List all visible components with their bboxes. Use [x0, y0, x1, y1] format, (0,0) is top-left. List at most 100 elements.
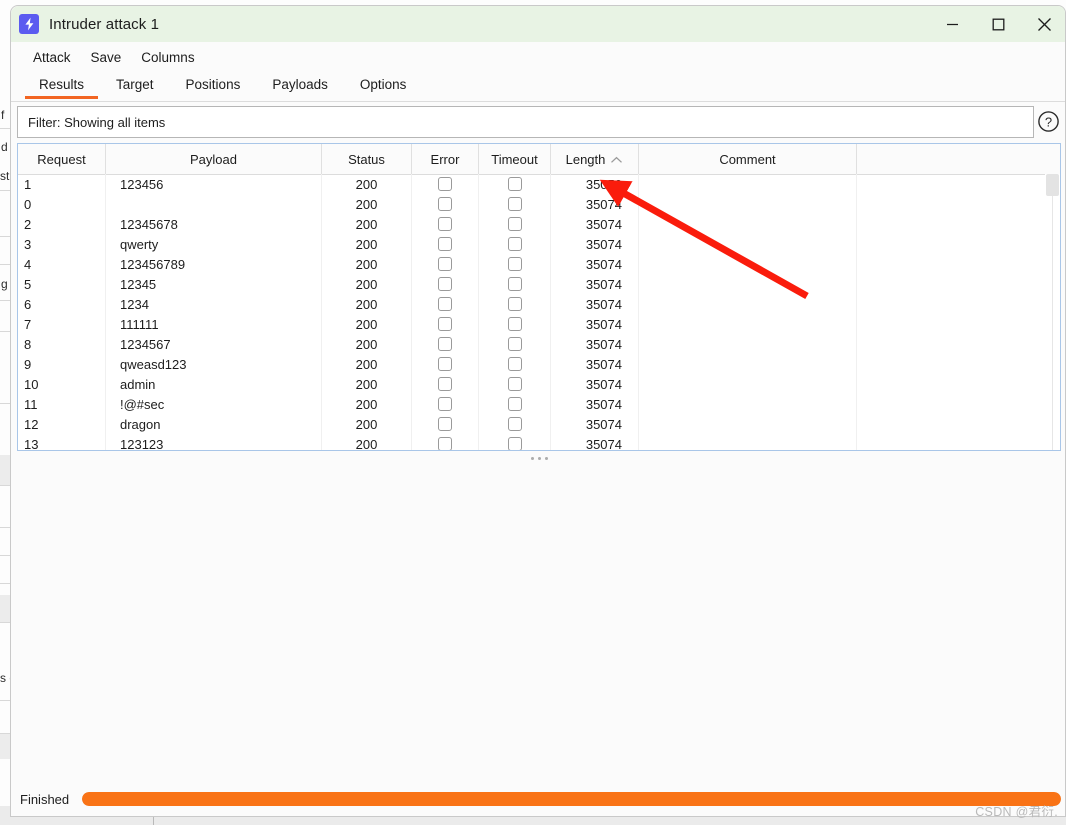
tab-results[interactable]: Results [23, 73, 100, 99]
table-row[interactable]: 8 1234567 200 35074 [18, 334, 1046, 354]
menu-item-columns[interactable]: Columns [131, 47, 204, 68]
cell-error-cell [412, 414, 479, 434]
cell-comment [639, 354, 857, 374]
cell-request: 10 [18, 374, 106, 394]
request-response-pane [11, 464, 1065, 794]
cell-error-checkbox[interactable] [438, 297, 452, 311]
cell-status: 200 [322, 434, 412, 450]
table-row[interactable]: 10 admin 200 35074 [18, 374, 1046, 394]
tab-options[interactable]: Options [344, 73, 423, 99]
column-header-label: Payload [190, 151, 237, 167]
cell-timeout-cell [479, 194, 551, 214]
cell-comment [639, 314, 857, 334]
table-row[interactable]: 12 dragon 200 35074 [18, 414, 1046, 434]
cell-status: 200 [322, 354, 412, 374]
table-row[interactable]: 6 1234 200 35074 [18, 294, 1046, 314]
cell-error-checkbox[interactable] [438, 437, 452, 450]
cell-status: 200 [322, 334, 412, 354]
table-row[interactable]: 3 qwerty 200 35074 [18, 234, 1046, 254]
column-header-error[interactable]: Error [412, 144, 479, 174]
cell-error-checkbox[interactable] [438, 417, 452, 431]
cell-timeout-checkbox[interactable] [507, 197, 522, 211]
cell-spacer [857, 334, 1046, 354]
window-title: Intruder attack 1 [49, 15, 160, 33]
cell-error-checkbox[interactable] [438, 257, 452, 271]
column-header-length[interactable]: Length [551, 144, 639, 174]
cell-timeout-checkbox[interactable] [507, 337, 522, 351]
cell-error-checkbox[interactable] [438, 317, 452, 331]
tab-payloads[interactable]: Payloads [256, 73, 344, 99]
maximize-button[interactable] [975, 6, 1021, 42]
tab-positions[interactable]: Positions [170, 73, 257, 99]
cell-timeout-checkbox[interactable] [507, 397, 522, 411]
cell-spacer [857, 414, 1046, 434]
tab-target[interactable]: Target [100, 73, 170, 99]
cell-timeout-checkbox[interactable] [507, 237, 522, 251]
cell-error-checkbox[interactable] [438, 357, 452, 371]
table-row[interactable]: 13 123123 200 35074 [18, 434, 1046, 450]
cell-status: 200 [322, 374, 412, 394]
cell-error-checkbox[interactable] [438, 177, 452, 191]
status-bar: Finished [11, 782, 1065, 816]
column-header-payload[interactable]: Payload [106, 144, 322, 174]
background-row-shade [0, 595, 10, 623]
cell-comment [639, 374, 857, 394]
cell-comment [639, 434, 857, 450]
menu-item-save[interactable]: Save [81, 47, 132, 68]
table-row[interactable]: 9 qweasd123 200 35074 [18, 354, 1046, 374]
cell-timeout-checkbox[interactable] [507, 257, 522, 271]
cell-payload: 123123 [106, 434, 322, 450]
caret-up-icon [610, 152, 623, 167]
cell-length: 35074 [551, 234, 639, 254]
column-header-request[interactable]: Request [18, 144, 106, 174]
cell-timeout-cell [479, 214, 551, 234]
cell-comment [639, 414, 857, 434]
cell-error-checkbox[interactable] [438, 397, 452, 411]
cell-timeout-checkbox[interactable] [507, 437, 522, 450]
cell-error-checkbox[interactable] [438, 277, 452, 291]
table-row[interactable]: 2 12345678 200 35074 [18, 214, 1046, 234]
table-row[interactable]: 11 !@#sec 200 35074 [18, 394, 1046, 414]
table-row[interactable]: 7 111111 200 35074 [18, 314, 1046, 334]
column-header-status[interactable]: Status [322, 144, 412, 174]
cell-comment [639, 294, 857, 314]
cell-timeout-checkbox[interactable] [507, 277, 522, 291]
filter-bar[interactable]: Filter: Showing all items [17, 106, 1034, 138]
tab-bar-divider [11, 101, 1065, 102]
cell-length: 35074 [551, 194, 639, 214]
cell-payload: qwerty [106, 234, 322, 254]
cell-request: 11 [18, 394, 106, 414]
results-table-scrollbar[interactable] [1045, 174, 1060, 450]
cell-timeout-checkbox[interactable] [507, 417, 522, 431]
cell-error-checkbox[interactable] [438, 337, 452, 351]
cell-error-checkbox[interactable] [438, 237, 452, 251]
watermark: CSDN @君衍. [975, 805, 1058, 819]
split-pane-handle[interactable] [11, 453, 1065, 464]
cell-length: 35074 [551, 254, 639, 274]
question-mark-icon[interactable]: ? [1035, 107, 1061, 135]
cell-timeout-cell [479, 414, 551, 434]
column-header-timeout[interactable]: Timeout [479, 144, 551, 174]
minimize-button[interactable] [929, 6, 975, 42]
column-header-comment[interactable]: Comment [639, 144, 857, 174]
table-row[interactable]: 4 123456789 200 35074 [18, 254, 1046, 274]
cell-comment [639, 194, 857, 214]
cell-payload: 12345 [106, 274, 322, 294]
scrollbar-thumb[interactable] [1046, 174, 1059, 196]
cell-status: 200 [322, 234, 412, 254]
menu-item-attack[interactable]: Attack [23, 47, 81, 68]
close-button[interactable] [1021, 6, 1065, 42]
cell-timeout-checkbox[interactable] [507, 217, 522, 231]
cell-error-checkbox[interactable] [438, 377, 452, 391]
scrollbar-track [1052, 174, 1053, 450]
table-row[interactable]: 0 200 35074 [18, 194, 1046, 214]
cell-timeout-checkbox[interactable] [507, 377, 522, 391]
table-row[interactable]: 1 123456 200 35050 [18, 174, 1046, 194]
cell-timeout-checkbox[interactable] [507, 297, 522, 311]
cell-error-checkbox[interactable] [438, 217, 452, 231]
cell-error-checkbox[interactable] [438, 197, 452, 211]
cell-timeout-checkbox[interactable] [507, 357, 522, 371]
table-row[interactable]: 5 12345 200 35074 [18, 274, 1046, 294]
cell-timeout-checkbox[interactable] [507, 177, 522, 191]
cell-timeout-checkbox[interactable] [507, 317, 522, 331]
